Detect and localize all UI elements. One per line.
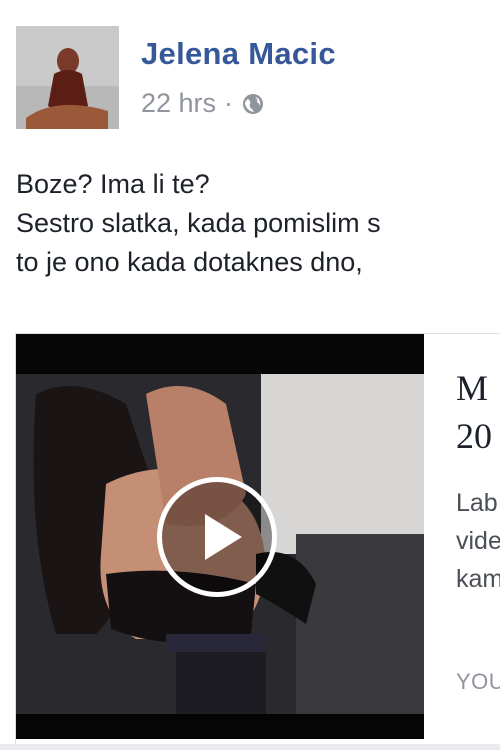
play-button[interactable] [157, 477, 277, 597]
meta-separator: · [224, 88, 234, 118]
post-meta: 22 hrs · [141, 88, 265, 119]
post-timestamp[interactable]: 22 hrs [141, 88, 216, 119]
post-text-line: Boze? Ima li te? [16, 169, 210, 199]
post-text-line: Sestro slatka, kada pomislim s [16, 208, 381, 238]
author-avatar[interactable] [16, 26, 119, 129]
post-text-line: to je ono kada dotaknes dno, [16, 247, 363, 277]
card-desc-line: vide [456, 527, 500, 555]
card-title-line: M [456, 368, 489, 408]
globe-icon[interactable] [241, 92, 265, 116]
card-description: Lab vide kam [456, 484, 500, 598]
author-name[interactable]: Jelena Macic [141, 36, 336, 72]
card-desc-line: kam [456, 565, 500, 593]
divider [0, 744, 500, 750]
video-thumbnail[interactable] [16, 334, 424, 739]
card-title-line: 20 [456, 416, 492, 456]
card-desc-line: Lab [456, 489, 498, 517]
link-preview-card[interactable]: M 20 Lab vide kam YOU [15, 333, 500, 750]
card-domain: YOU [456, 669, 500, 694]
play-icon [205, 514, 242, 560]
card-title[interactable]: M 20 [456, 364, 492, 460]
post-body: Boze? Ima li te? Sestro slatka, kada pom… [16, 165, 381, 282]
